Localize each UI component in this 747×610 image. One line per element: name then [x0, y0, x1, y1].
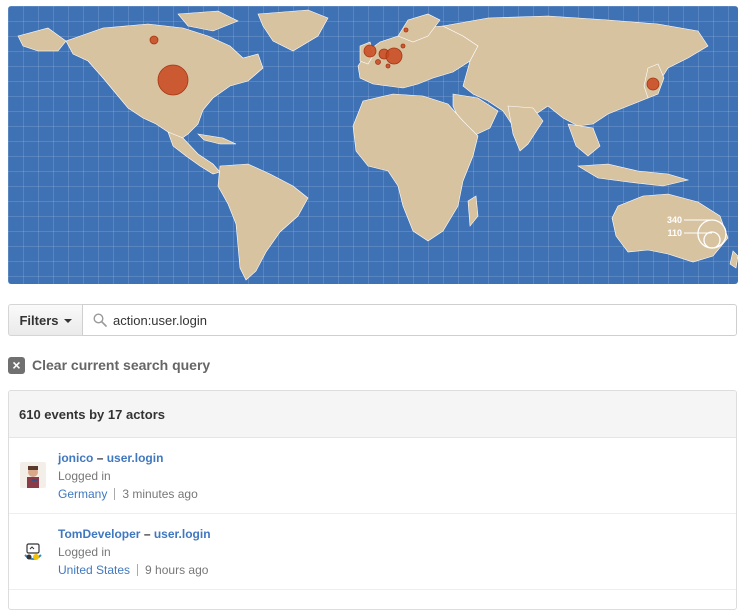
land-south-america: [217, 163, 309, 281]
search-input[interactable]: [113, 305, 713, 335]
bubble-poland[interactable]: [400, 43, 406, 49]
bubble-germany[interactable]: [385, 47, 403, 65]
action-link[interactable]: user.login: [154, 527, 211, 541]
land-madagascar: [467, 195, 479, 227]
bubble-switzerland[interactable]: [385, 63, 391, 69]
search-icon: [93, 313, 107, 327]
bubble-united-states[interactable]: [157, 64, 189, 96]
event-title: jonico – user.login: [58, 449, 198, 467]
clear-search-label: Clear current search query: [32, 357, 211, 373]
event-description: Logged in: [58, 469, 111, 483]
world-map-svg: 340 110: [17, 9, 738, 281]
action-link[interactable]: user.login: [107, 451, 164, 465]
avatar[interactable]: [20, 538, 46, 564]
filters-dropdown-button[interactable]: Filters: [8, 304, 82, 336]
land-new-zealand: [729, 250, 738, 269]
events-panel: 610 events by 17 actors jonico – user.lo…: [8, 390, 737, 610]
land-canada-islands: [177, 10, 239, 32]
country-link[interactable]: United States: [58, 563, 130, 577]
event-time: 9 hours ago: [145, 563, 209, 577]
caret-down-icon: [63, 319, 72, 323]
bubble-canada[interactable]: [149, 35, 159, 45]
event-row: jonico – user.login Logged in Germany 3 m…: [9, 438, 736, 514]
event-title: TomDeveloper – user.login: [58, 525, 211, 543]
separator: –: [143, 527, 151, 541]
actor-link[interactable]: jonico: [58, 451, 93, 465]
event-meta: Germany 3 minutes ago: [58, 485, 198, 503]
legend-label-large: 340: [667, 215, 682, 225]
divider: [137, 564, 139, 576]
event-row: TomDeveloper – user.login Logged in Unit…: [9, 514, 736, 590]
land-indonesia: [577, 163, 690, 187]
land-southeast-asia: [567, 123, 601, 157]
event-details: TomDeveloper – user.login Logged in Unit…: [58, 525, 211, 579]
country-link[interactable]: Germany: [58, 487, 107, 501]
event-description: Logged in: [58, 545, 111, 559]
separator: –: [96, 451, 104, 465]
bubble-japan[interactable]: [646, 77, 660, 91]
bubble-uk[interactable]: [363, 44, 377, 58]
clear-search-query[interactable]: × Clear current search query: [8, 355, 210, 375]
divider: [114, 488, 116, 500]
avatar[interactable]: [20, 462, 46, 488]
event-meta: United States 9 hours ago: [58, 561, 211, 579]
world-map[interactable]: 340 110: [8, 6, 738, 284]
filters-button-label: Filters: [19, 312, 59, 328]
event-time: 3 minutes ago: [122, 487, 198, 501]
bubble-france[interactable]: [375, 59, 381, 65]
filter-bar: Filters: [8, 304, 737, 338]
land-greenland: [257, 9, 329, 52]
actor-link[interactable]: TomDeveloper: [58, 527, 140, 541]
legend-label-small: 110: [667, 228, 682, 238]
bubble-sweden[interactable]: [403, 27, 409, 33]
land-caribbean: [197, 133, 237, 145]
event-details: jonico – user.login Logged in Germany 3 m…: [58, 449, 198, 503]
land-alaska: [17, 27, 67, 52]
close-icon: ×: [8, 356, 25, 374]
search-box[interactable]: [82, 304, 737, 336]
events-summary: 610 events by 17 actors: [9, 391, 736, 438]
